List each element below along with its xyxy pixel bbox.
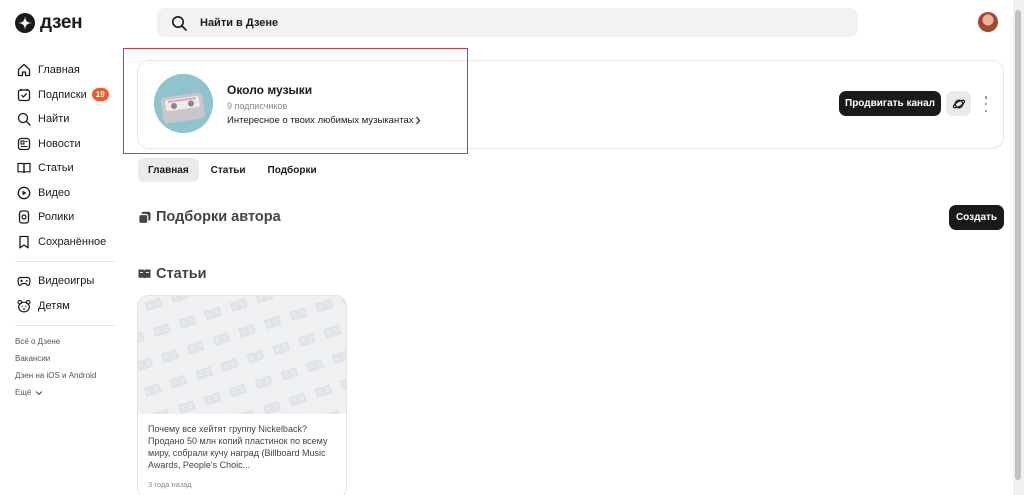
footer-link-apps[interactable]: Дзен на iOS и Android — [15, 367, 127, 384]
sidebar-item-label: Новости — [38, 137, 81, 150]
shorts-icon — [18, 210, 30, 224]
subscriptions-count-badge: 19 — [91, 88, 109, 102]
article-snippet: Почему все хейтят группу Nickelback? Про… — [148, 424, 328, 470]
sidebar-item-label: Сохранённое — [38, 235, 107, 248]
sidebar-item-shorts[interactable]: Ролики — [17, 205, 127, 230]
articles-icon — [17, 163, 31, 174]
news-icon — [17, 137, 31, 150]
footer-more-toggle[interactable]: Ещё — [15, 384, 127, 401]
logo-text: дзен — [40, 12, 83, 33]
home-icon — [17, 64, 31, 77]
tab-home[interactable]: Главная — [138, 158, 199, 182]
sidebar-item-video[interactable]: Видео — [17, 181, 127, 206]
articles-pattern-icon — [138, 296, 346, 414]
sidebar-item-subscriptions[interactable]: Подписки 19 — [17, 83, 127, 108]
video-icon — [17, 186, 31, 200]
collections-section-title: Подборки автора — [138, 209, 281, 225]
search-placeholder: Найти в Дзене — [200, 16, 279, 29]
zen-logo[interactable]: дзен — [15, 12, 83, 34]
promote-channel-button[interactable]: Продвигать канал — [839, 91, 941, 116]
subscriptions-icon — [17, 88, 31, 101]
search-icon — [17, 113, 31, 126]
chevron-down-icon — [35, 390, 43, 395]
collections-icon — [138, 211, 151, 224]
footer-link-about[interactable]: Всё о Дзене — [15, 333, 127, 350]
sidebar-item-videogames[interactable]: Видеоигры — [17, 269, 127, 294]
article-timestamp: 3 года назад — [148, 480, 192, 489]
more-dot-icon — [984, 109, 988, 112]
footer-link-vacancies[interactable]: Вакансии — [15, 350, 127, 367]
articles-icon — [138, 269, 151, 279]
sidebar-item-label: Видеоигры — [38, 275, 95, 288]
collections-title: Подборки автора — [156, 209, 281, 225]
zen-star-icon — [15, 13, 35, 33]
bookmark-icon — [19, 235, 29, 249]
highlight-box — [123, 48, 468, 154]
sidebar-item-saved[interactable]: Сохранённое — [17, 230, 127, 255]
sidebar: Главная Подписки 19 Найти Новости Статьи… — [15, 58, 127, 401]
more-options-button[interactable] — [983, 96, 989, 112]
article-card[interactable]: Почему все хейтят группу Nickelback? Про… — [137, 295, 347, 495]
channel-planet-button[interactable] — [946, 91, 971, 116]
tab-articles[interactable]: Статьи — [201, 158, 256, 182]
search-input[interactable]: Найти в Дзене — [157, 8, 858, 37]
planet-icon — [952, 99, 965, 108]
sidebar-divider — [15, 261, 115, 262]
channel-tabs: Главная Статьи Подборки — [138, 158, 327, 182]
sidebar-item-label: Статьи — [38, 162, 74, 175]
tab-collections[interactable]: Подборки — [258, 158, 327, 182]
more-dot-icon — [984, 102, 988, 106]
sidebar-item-label: Найти — [38, 113, 70, 126]
sidebar-item-label: Видео — [38, 186, 71, 199]
create-collection-button[interactable]: Создать — [949, 205, 1004, 230]
articles-section-title: Статьи — [138, 266, 207, 282]
sidebar-item-label: Подписки — [38, 88, 87, 101]
search-icon — [172, 15, 187, 31]
sidebar-item-label: Детям — [38, 299, 70, 312]
kids-icon — [17, 299, 31, 313]
footer-more-label: Ещё — [15, 388, 32, 397]
user-avatar[interactable] — [978, 12, 998, 32]
more-dot-icon — [984, 96, 988, 99]
article-body: Почему все хейтят группу Nickelback? Про… — [138, 414, 346, 489]
sidebar-item-label: Главная — [38, 64, 80, 77]
gamepad-icon — [17, 277, 31, 287]
article-cover-placeholder — [138, 296, 346, 414]
sidebar-item-news[interactable]: Новости — [17, 132, 127, 157]
sidebar-item-search[interactable]: Найти — [17, 107, 127, 132]
sidebar-item-home[interactable]: Главная — [17, 58, 127, 83]
sidebar-item-kids[interactable]: Детям — [17, 294, 127, 319]
articles-title: Статьи — [156, 266, 207, 282]
scrollbar-thumb[interactable] — [1015, 10, 1021, 480]
sidebar-footer: Всё о Дзене Вакансии Дзен на iOS и Andro… — [15, 333, 127, 401]
sidebar-divider — [15, 325, 115, 326]
sidebar-item-label: Ролики — [38, 211, 75, 224]
sidebar-item-articles[interactable]: Статьи — [17, 156, 127, 181]
